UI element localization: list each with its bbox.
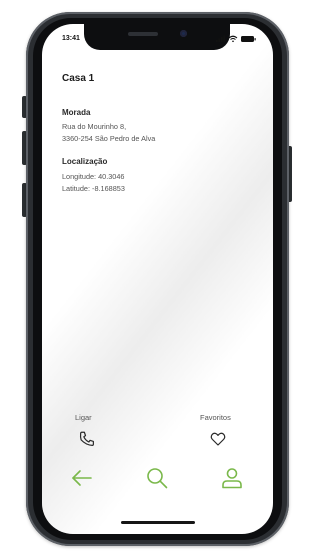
latitude-text: Latitude: -8.168853 bbox=[62, 184, 125, 193]
arrow-left-icon[interactable] bbox=[70, 466, 94, 490]
address-line-1: Rua do Mourinho 8, bbox=[62, 122, 127, 131]
favorites-label[interactable]: Favoritos bbox=[200, 413, 231, 422]
battery-icon bbox=[241, 36, 256, 42]
notch bbox=[84, 24, 230, 50]
phone-icon[interactable] bbox=[78, 430, 96, 448]
status-time: 13:41 bbox=[62, 35, 80, 42]
status-icons bbox=[216, 35, 256, 43]
page-title: Casa 1 bbox=[62, 73, 95, 84]
user-icon[interactable] bbox=[220, 466, 244, 490]
signal-icon bbox=[216, 35, 225, 42]
phone-screen: 13:41 Casa 1 Morada Rua do Mourinho 8, 3… bbox=[42, 24, 273, 534]
call-label[interactable]: Ligar bbox=[75, 413, 92, 422]
wifi-icon bbox=[228, 35, 238, 43]
search-icon[interactable] bbox=[145, 466, 169, 490]
address-label: Morada bbox=[62, 108, 91, 117]
address-line-2: 3360-254 São Pedro de Alva bbox=[62, 134, 156, 143]
speaker-grille bbox=[128, 32, 158, 36]
home-indicator[interactable] bbox=[121, 521, 195, 524]
front-camera bbox=[180, 30, 187, 37]
location-label: Localização bbox=[62, 157, 108, 166]
screen-reflection bbox=[42, 24, 273, 534]
longitude-text: Longitude: 40.3046 bbox=[62, 172, 125, 181]
heart-icon[interactable] bbox=[209, 430, 227, 448]
